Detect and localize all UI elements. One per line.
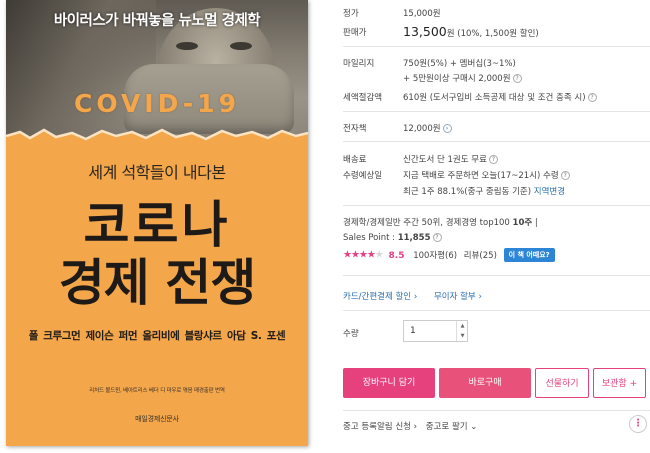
change-region-link[interactable]: 지역변경 [534,187,565,197]
sale-price-unit: 원 [446,29,455,39]
sale-price-amount: 13,500 [403,24,447,39]
rating-score: 8.5 [388,250,405,261]
quantity-label: 수량 [343,329,359,339]
cover-photo-right-eye [230,42,252,50]
cover-publisher: 매일경제신문사 [135,415,179,423]
cover-subtitle: 세계 석학들이 내다본 [88,163,226,182]
list-price-label: 정가 [343,9,359,19]
ranking-text[interactable]: 경제학/경제일반 주간 50위, 경제경영 top100 [343,218,513,228]
help-icon[interactable]: ? [488,155,498,164]
cover-torn-edge [6,128,308,152]
mileage-line1: 750원(5%) + 멤버십(3~1%) [403,59,516,69]
ebook-price[interactable]: 12,000원 [403,124,441,134]
tax-deduction-wrap: 610원 (도서구입비 소득공제 대상 및 조건 충족 시)? [403,91,597,103]
shipping-fee-label: 배송료 [343,155,367,165]
chevron-right-icon[interactable]: › [442,124,452,133]
sell-used-link[interactable]: 중고로 팔기 ⌄ [426,422,478,432]
sale-price-label: 판매가 [343,28,367,38]
divider [343,141,650,142]
reviews-100-link[interactable]: 100자평(6) [413,251,457,261]
interest-free-link[interactable]: 무이자 할부 › [434,292,482,302]
sale-price-value: 13,500원 (10%, 1,500원 할인) [403,24,539,39]
used-restock-alert-link[interactable]: 중고 등록알림 신청 › [343,422,417,432]
delivery-time: 오늘(17~21시) 수령 [481,171,559,181]
sale-price-discount: (10%, 1,500원 할인) [457,29,539,39]
sales-point-row: Sales Point : 11,855? [343,233,442,243]
ranking-separator: | [532,218,538,228]
mileage-line2-wrap: + 5만원이상 구매시 2,000원? [403,72,522,84]
rating-stars-icon: ★★★★★ [343,249,384,261]
quantity-up-icon[interactable]: ▲ [456,321,468,331]
quantity-input[interactable]: 1 [410,326,416,336]
tax-deduction-value: 610원 (도서구입비 소득공제 대상 및 조건 충족 시) [403,93,586,103]
divider [343,275,650,276]
cover-title-line2: 경제 전쟁 [58,254,256,312]
cover-covid-label: COVID-19 [74,89,240,118]
quantity-stepper[interactable]: 1 ▲ ▼ [403,320,468,342]
ranking-weeks: 10주 [512,218,533,228]
ranking-row: 경제학/경제일반 주간 50위, 경제경영 top100 10주 | [343,216,538,228]
delivery-label: 수령예상일 [343,171,383,181]
cover-photo-left-eye [176,42,198,50]
list-price-value: 15,000원 [403,9,441,19]
gift-button[interactable]: 선물하기 [535,368,589,398]
quantity-down-icon[interactable]: ▼ [456,331,468,341]
used-links-row: 중고 등록알림 신청 › 중고로 팔기 ⌄ [343,420,477,432]
help-icon[interactable]: ? [512,74,522,83]
ebook-label: 전자책 [343,124,367,134]
cover-top-title: 바이러스가 바꿔놓을 뉴노멀 경제학 [53,13,261,29]
mileage-label: 마일리지 [343,59,375,69]
mileage-line2: + 5만원이상 구매시 2,000원 [403,74,511,84]
divider [343,410,650,411]
tax-deduction-label: 세액절감액 [343,93,383,103]
divider [343,46,650,47]
how-is-this-book-button[interactable]: 이 책 어때요? [503,248,555,262]
buy-now-button[interactable]: 바로구매 [439,368,531,398]
reviews-link[interactable]: 리뷰(25) [464,251,497,261]
help-icon[interactable]: ? [560,171,570,180]
delivery-line1-prefix: 지금 택배로 주문하면 [403,171,482,181]
help-icon[interactable]: ? [432,233,442,242]
book-cover[interactable]: 바이러스가 바꿔놓을 뉴노멀 경제학 COVID-19 세계 석학들이 내다본 … [6,0,308,446]
delivery-line1: 지금 택배로 주문하면 오늘(17~21시) 수령? [403,169,570,181]
wishlist-button[interactable]: 보관함 + [593,368,646,398]
sales-point-value: 11,855 [397,233,431,243]
more-dots-icon[interactable]: ⋮ [629,415,647,433]
sales-point-label: Sales Point : [343,233,398,243]
cover-authors: 폴 크루그먼 제이슨 퍼먼 올리비에 블랑샤르 아담 S. 포센 [28,330,286,342]
delivery-line2: 최근 1주 88.1%(중구 중림동 기준) 지역변경 [403,185,565,197]
divider [343,205,650,206]
payment-links-row: 카드/간편결제 할인 › 무이자 할부 › [343,290,482,302]
delivery-line2-prefix: 최근 1주 88.1%(중구 중림동 기준) [403,187,534,197]
ebook-wrap[interactable]: 12,000원 › [403,122,452,134]
card-discount-link[interactable]: 카드/간편결제 할인 › [343,292,417,302]
add-to-cart-button[interactable]: 장바구니 담기 [343,368,435,398]
rating-row: ★★★★★ 8.5 100자평(6) 리뷰(25) 이 책 어때요? [343,248,555,262]
shipping-fee-wrap: 신간도서 단 1권도 무료? [403,153,498,165]
help-icon[interactable]: ? [587,93,597,102]
cover-editors: 리처드 볼드윈, 베아트리스 베더 디 마우로 엮음 매경출판 번역 [89,388,225,394]
shipping-fee-value: 신간도서 단 1권도 무료 [403,155,487,165]
divider [343,310,650,311]
divider [343,111,650,112]
